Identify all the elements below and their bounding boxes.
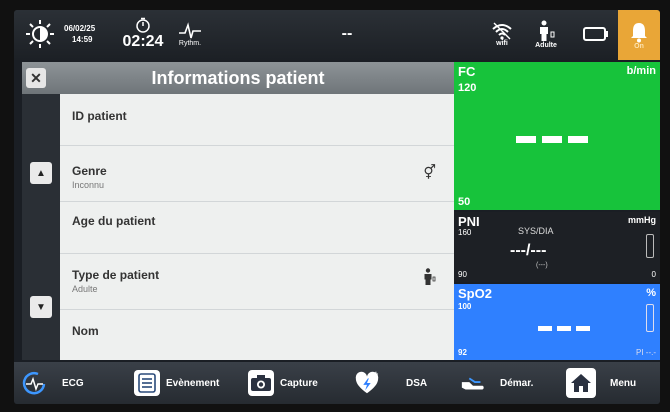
hr-value-placeholder [516, 136, 588, 143]
field-name[interactable]: Nom [60, 310, 454, 360]
nibp-unit: mmHg [627, 215, 656, 225]
event-list-icon [134, 370, 160, 396]
nibp-tile[interactable]: PNI mmHg 160 SYS/DIA ---/--- (---) 90 0 [454, 212, 660, 282]
patient-type-status[interactable]: Adulte [526, 14, 566, 54]
field-label: Age du patient [72, 214, 156, 228]
close-button[interactable]: ✕ [26, 68, 46, 88]
spo2-title: SpO2 [458, 286, 492, 301]
triangle-down-icon: ▼ [36, 301, 46, 313]
nibp-high-limit: 160 [458, 228, 472, 237]
adult-patient-icon [422, 268, 436, 289]
patient-type-label: Adulte [535, 41, 557, 49]
event-button[interactable]: Evènement [134, 366, 244, 400]
panel-header: ✕ Informations patient [22, 62, 454, 94]
hr-high-limit: 120 [458, 82, 477, 94]
field-patient-type[interactable]: Type de patient Adulte [60, 254, 454, 310]
alarm-label: On [634, 42, 644, 50]
field-patient-age[interactable]: Age du patient [60, 202, 454, 254]
spo2-high-limit: 100 [458, 302, 472, 311]
nibp-zero: 0 [651, 270, 656, 279]
defibrillator-icon: + [354, 369, 380, 396]
date-text: 06/02/25 [64, 24, 96, 33]
elapsed-timer: 02:24 [118, 14, 168, 54]
vitals-column: FC b/min 120 50 PNI mmHg 160 SYS/DIA ---… [454, 62, 660, 360]
spo2-tile[interactable]: SpO2 % 100 92 PI --.- [454, 284, 660, 360]
dsa-button[interactable]: + DSA [354, 366, 454, 400]
rhythm-icon [179, 21, 201, 38]
home-icon [566, 368, 596, 398]
scroll-column: ▲ ▼ [22, 94, 60, 360]
scroll-down-button[interactable]: ▼ [30, 296, 52, 318]
nibp-bar [646, 234, 654, 258]
status-center-text: -- [341, 25, 353, 42]
date-time: 06/02/25 14:59 [64, 14, 120, 54]
brightness-button[interactable] [20, 14, 60, 54]
time-text: 14:59 [72, 35, 93, 44]
stopwatch-icon [136, 17, 150, 33]
spo2-pi: PI --.- [636, 348, 656, 357]
ecg-button[interactable]: ECG [22, 366, 122, 400]
battery-icon [583, 27, 608, 41]
nibp-value: ---/--- [510, 242, 547, 259]
wifi-icon [492, 22, 512, 40]
field-value: Inconnu [72, 180, 105, 190]
wifi-label: wifi [496, 39, 508, 47]
capture-label: Capture [280, 377, 318, 389]
capture-button[interactable]: Capture [248, 366, 348, 400]
battery-status [576, 14, 616, 54]
ecg-label: ECG [62, 377, 84, 389]
dsa-label: DSA [406, 377, 428, 389]
scroll-up-button[interactable]: ▲ [30, 162, 52, 184]
close-icon: ✕ [30, 69, 42, 86]
heart-rate-tile[interactable]: FC b/min 120 50 [454, 62, 660, 210]
field-patient-id[interactable]: ID patient [60, 94, 454, 146]
svg-text:+: + [374, 369, 379, 379]
triangle-up-icon: ▲ [36, 167, 46, 179]
patient-info-panel: ✕ Informations patient ▲ ▼ ID patient Ge… [22, 62, 454, 360]
spo2-bar [646, 304, 654, 332]
timer-value: 02:24 [122, 33, 164, 50]
menu-label: Menu [610, 377, 637, 389]
camera-icon [248, 370, 274, 396]
gender-icon: ⚥ [423, 164, 436, 180]
menu-button[interactable]: Menu [566, 366, 658, 400]
nibp-map: (---) [536, 262, 548, 269]
hr-title: FC [458, 64, 476, 79]
field-label: Type de patient [72, 268, 160, 282]
event-label: Evènement [166, 377, 220, 389]
nibp-low-limit: 90 [458, 270, 467, 279]
adult-patient-icon [540, 20, 555, 41]
sun-icon [26, 20, 54, 48]
spo2-unit: % [646, 287, 656, 299]
start-hand-icon [460, 370, 486, 396]
nibp-sys-dia-label: SYS/DIA [518, 226, 554, 236]
hr-unit: b/min [626, 65, 656, 77]
panel-title: Informations patient [151, 67, 325, 88]
spo2-low-limit: 92 [458, 348, 467, 357]
field-gender[interactable]: Genre Inconnu ⚥ [60, 146, 454, 202]
field-label: Nom [72, 324, 99, 338]
device-frame: 06/02/25 14:59 02:24 Rythm. -- wifi Adul… [0, 0, 670, 412]
wifi-status[interactable]: wifi [482, 14, 522, 54]
monitor-screen: 06/02/25 14:59 02:24 Rythm. -- wifi Adul… [14, 10, 660, 404]
status-bar: 06/02/25 14:59 02:24 Rythm. -- wifi Adul… [14, 10, 660, 60]
patient-fields: ID patient Genre Inconnu ⚥ Age du patien… [60, 94, 454, 360]
alarm-toggle[interactable]: On [618, 10, 660, 60]
field-label: ID patient [72, 109, 127, 123]
hr-low-limit: 50 [458, 196, 471, 208]
spo2-value-placeholder [538, 326, 590, 331]
nibp-title: PNI [458, 214, 480, 229]
rhythm-button[interactable]: Rythm. [170, 14, 210, 54]
bell-icon [631, 22, 647, 42]
bottom-toolbar: ECG Evènement Capture + DSA Démar. Menu [14, 362, 660, 404]
field-value: Adulte [72, 284, 98, 294]
field-label: Genre [72, 164, 107, 178]
start-label: Démar. [500, 377, 534, 389]
rhythm-label: Rythm. [178, 39, 202, 47]
ecg-lead-icon [22, 370, 48, 396]
start-button[interactable]: Démar. [460, 366, 560, 400]
